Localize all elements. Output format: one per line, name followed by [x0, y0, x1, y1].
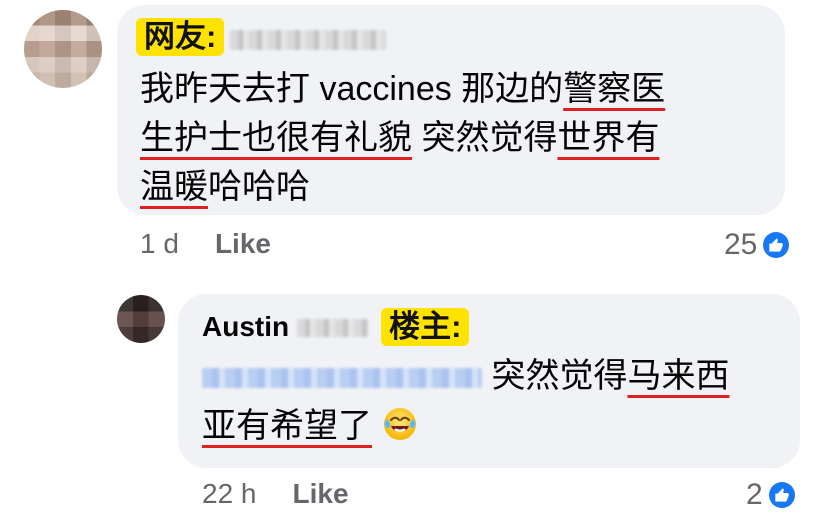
thumbs-up-icon: [769, 238, 784, 252]
underlined-phrase-1: 警察医: [563, 70, 666, 108]
comment-1-text-middle: 突然觉得: [412, 119, 558, 157]
reply-author-avatar[interactable]: [117, 295, 165, 343]
tears-of-joy-icon: [381, 405, 419, 443]
comment-1-author: 网友:: [138, 20, 387, 54]
underlined-phrase-malaysia: 马来西: [627, 357, 730, 395]
comment-1-time[interactable]: 1 d: [140, 228, 179, 260]
comment-2-text-prefix: 突然觉得: [491, 357, 628, 395]
underlined-phrase-hope: 亚有希望了: [202, 407, 372, 445]
netizen-tag: 网友:: [138, 20, 223, 54]
comment-1-text-line-2: 生护士也很有礼貌 突然觉得世界有: [140, 113, 659, 163]
comment-1-reactions[interactable]: 25: [724, 228, 790, 262]
comment-1-text-line-3: 温暖哈哈哈: [140, 162, 310, 212]
underlined-phrase-4: 温暖: [140, 168, 208, 206]
comment-1-like-button[interactable]: Like: [215, 228, 271, 260]
comment-1-text-prefix: 我昨天去打 vaccines 那边的: [140, 70, 564, 108]
underlined-phrase-2: 生护士也很有礼貌: [140, 119, 412, 157]
comment-1-reaction-count: 25: [724, 228, 758, 261]
comment-1-text-line-1: 我昨天去打 vaccines 那边的警察医: [140, 64, 665, 114]
comment-2-text-line-2: 亚有希望了: [202, 401, 419, 451]
comment-2-author: Austin 楼主:: [202, 310, 468, 344]
comment-2-time[interactable]: 22 h: [202, 478, 257, 510]
blurred-mention: [202, 368, 482, 389]
comment-2-text-line-1: 突然觉得马来西: [202, 351, 729, 401]
comment-2-reaction-count: 2: [746, 478, 763, 511]
comment-2-like-button[interactable]: Like: [293, 478, 349, 510]
like-icon: [763, 232, 790, 258]
comment-2-meta: 22 h Like: [202, 478, 349, 510]
underlined-phrase-3: 世界有: [557, 119, 660, 157]
like-icon: [768, 482, 795, 508]
comment-1-meta: 1 d Like: [140, 228, 271, 260]
thumbs-up-icon: [775, 488, 789, 502]
blurred-name: [230, 30, 387, 50]
comment-1-text-suffix: 哈哈哈: [208, 168, 310, 206]
comment-2-reactions[interactable]: 2: [746, 478, 795, 512]
commenter-avatar[interactable]: [24, 10, 102, 88]
op-tag: 楼主:: [383, 310, 468, 344]
reply-author-name[interactable]: Austin: [202, 311, 289, 343]
blurred-surname: [297, 319, 370, 337]
